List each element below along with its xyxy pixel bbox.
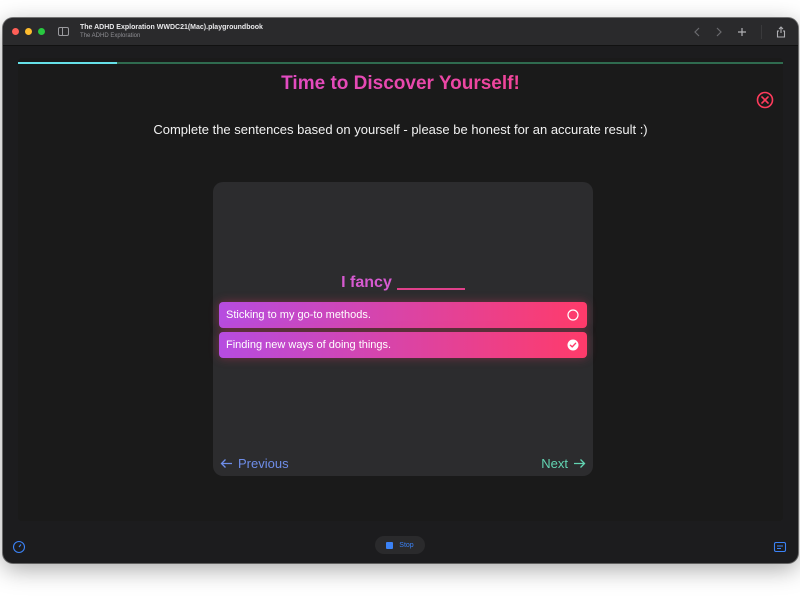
question-prompt: I fancy [213,274,593,292]
answer-option-label: Finding new ways of doing things. [226,339,392,351]
window-controls [12,28,45,35]
question-card: I fancy Sticking to my go-to methods. Fi… [213,182,593,476]
arrow-left-icon [220,459,232,468]
results-panel-icon[interactable] [773,540,787,554]
live-view: Time to Discover Yourself! Complete the … [18,58,783,521]
next-button[interactable]: Next [541,456,586,471]
window-titles: The ADHD Exploration WWDC21(Mac).playgro… [80,24,263,39]
radio-checked-icon [567,339,579,351]
chevron-left-icon[interactable] [693,27,701,37]
chevron-right-icon[interactable] [715,27,723,37]
sidebar-toggle-icon[interactable] [58,27,69,36]
prompt-blank [396,288,465,290]
progress-bar-fill [18,62,118,64]
answer-option-1[interactable]: Sticking to my go-to methods. [219,302,587,328]
page-title: Time to Discover Yourself! [18,73,783,95]
previous-label: Previous [238,456,289,471]
minimize-window-button[interactable] [25,28,32,35]
page-instructions: Complete the sentences based on yourself… [153,122,648,137]
close-window-button[interactable] [12,28,19,35]
next-label: Next [541,456,568,471]
share-icon[interactable] [776,26,786,38]
prompt-text: I fancy [341,274,392,291]
progress-bar [18,62,783,64]
zoom-window-button[interactable] [38,28,45,35]
window-subtitle: The ADHD Exploration [80,33,141,39]
title-bar: The ADHD Exploration WWDC21(Mac).playgro… [3,18,798,46]
answer-option-label: Sticking to my go-to methods. [226,309,371,321]
bottom-bar: Stop [3,533,798,563]
radio-unselected-icon [567,309,579,321]
plus-icon[interactable] [737,27,747,37]
window-title: The ADHD Exploration WWDC21(Mac).playgro… [80,24,263,31]
toolbar-actions [693,18,786,46]
playground-window: The ADHD Exploration WWDC21(Mac).playgro… [3,18,798,563]
stop-label: Stop [399,541,414,549]
answer-option-2[interactable]: Finding new ways of doing things. [219,332,587,358]
close-icon[interactable] [756,91,774,109]
stop-button[interactable]: Stop [375,536,425,554]
stop-icon [386,541,394,549]
previous-button[interactable]: Previous [220,456,289,471]
speedometer-icon[interactable] [12,540,26,554]
toolbar-divider [761,25,762,39]
arrow-right-icon [574,459,586,468]
